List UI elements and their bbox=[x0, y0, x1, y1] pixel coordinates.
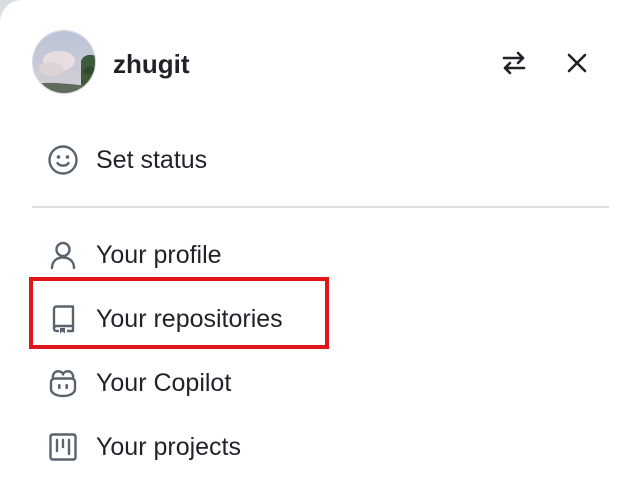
smiley-icon bbox=[47, 144, 79, 176]
copilot-icon bbox=[47, 367, 79, 399]
avatar[interactable] bbox=[32, 30, 96, 94]
menu-item-your-repositories[interactable]: Your repositories bbox=[32, 295, 598, 343]
repo-icon bbox=[47, 303, 79, 335]
menu-item-your-copilot[interactable]: Your Copilot bbox=[32, 359, 598, 407]
menu-item-label: Your projects bbox=[96, 433, 241, 461]
avatar-image bbox=[33, 31, 95, 93]
menu-item-label: Your Copilot bbox=[96, 369, 232, 397]
switch-arrows-icon bbox=[502, 51, 526, 75]
menu-item-set-status[interactable]: Set status bbox=[32, 136, 598, 184]
menu-divider bbox=[32, 206, 609, 208]
username: zhugit bbox=[113, 49, 190, 79]
menu-item-label: Your profile bbox=[96, 241, 222, 269]
close-button[interactable] bbox=[560, 46, 594, 80]
menu-item-label: Set status bbox=[96, 146, 208, 174]
project-icon bbox=[47, 431, 79, 463]
menu-item-your-projects[interactable]: Your projects bbox=[32, 423, 598, 471]
person-icon bbox=[47, 239, 79, 271]
user-menu-header: zhugit bbox=[32, 30, 598, 98]
switch-account-button[interactable] bbox=[497, 46, 531, 80]
menu-item-label: Your repositories bbox=[96, 305, 283, 333]
user-menu-panel: zhugit Set status Your profile Your repo… bbox=[0, 0, 626, 492]
close-icon bbox=[567, 53, 587, 73]
menu-item-your-profile[interactable]: Your profile bbox=[32, 231, 598, 279]
